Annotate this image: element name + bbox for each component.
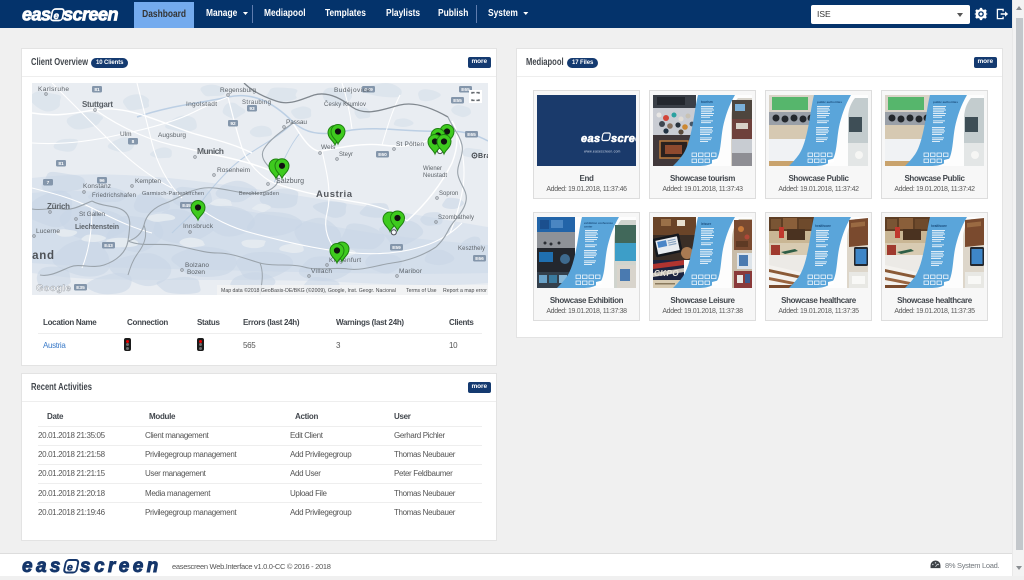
svg-text:E55: E55 bbox=[453, 98, 462, 104]
svg-text:E65: E65 bbox=[461, 87, 470, 93]
svg-text:8: 8 bbox=[132, 139, 135, 145]
svg-text:Liechtenstein: Liechtenstein bbox=[75, 224, 119, 231]
svg-text:Berchtesgaden: Berchtesgaden bbox=[239, 191, 279, 197]
svg-text:E35: E35 bbox=[76, 285, 85, 291]
svg-text:www.easescreen.com: www.easescreen.com bbox=[584, 150, 621, 154]
svg-text:Salzburg: Salzburg bbox=[276, 178, 304, 185]
svg-text:Karlsruhe: Karlsruhe bbox=[38, 86, 69, 93]
svg-text:St Pölten: St Pölten bbox=[396, 141, 424, 148]
svg-text:E45: E45 bbox=[182, 203, 191, 209]
svg-text:Stuttgart: Stuttgart bbox=[82, 100, 113, 109]
svg-text:Report a map error: Report a map error bbox=[443, 288, 487, 294]
svg-text:Friedrichshafen: Friedrichshafen bbox=[92, 193, 136, 199]
svg-text:Česky Krumlov: Česky Krumlov bbox=[324, 101, 366, 108]
svg-text:eas: eas bbox=[22, 559, 64, 575]
svg-text:Munich: Munich bbox=[197, 146, 224, 156]
svg-text:Wels: Wels bbox=[321, 144, 336, 151]
svg-text:Neustadt: Neustadt bbox=[423, 173, 447, 179]
svg-text:Regensburg: Regensburg bbox=[220, 87, 256, 94]
svg-text:Sopron: Sopron bbox=[439, 191, 458, 197]
svg-text:92: 92 bbox=[230, 121, 236, 127]
svg-text:Straubing: Straubing bbox=[242, 100, 271, 106]
svg-text:Bolzano: Bolzano bbox=[185, 262, 209, 269]
svg-text:eas: eas bbox=[581, 133, 601, 145]
svg-text:Austria: Austria bbox=[316, 189, 353, 200]
svg-text:Wiener: Wiener bbox=[423, 166, 442, 172]
svg-text:healthcare: healthcare bbox=[815, 224, 831, 228]
svg-text:erland: erland bbox=[32, 250, 54, 262]
svg-text:Bozen: Bozen bbox=[187, 269, 205, 276]
svg-text:Google: Google bbox=[36, 283, 71, 294]
svg-text:center: center bbox=[584, 224, 593, 228]
svg-text:Kempten: Kempten bbox=[135, 178, 161, 185]
svg-text:Steyr: Steyr bbox=[339, 152, 353, 158]
svg-text:Map data ©2018 GeoBasis-DE/BKG: Map data ©2018 GeoBasis-DE/BKG (©2009), … bbox=[221, 287, 396, 294]
svg-text:Passau: Passau bbox=[286, 119, 307, 126]
svg-text:81: 81 bbox=[94, 87, 100, 93]
svg-text:St Gallen: St Gallen bbox=[79, 211, 105, 218]
svg-text:Innsbruck: Innsbruck bbox=[183, 223, 214, 230]
svg-text:93: 93 bbox=[249, 106, 255, 112]
svg-text:healthcare: healthcare bbox=[931, 224, 947, 228]
svg-text:screen: screen bbox=[611, 133, 636, 145]
svg-text:Zürich: Zürich bbox=[47, 202, 70, 211]
svg-text:Ingolstadt: Ingolstadt bbox=[186, 101, 217, 108]
svg-text:E43: E43 bbox=[104, 243, 113, 249]
svg-text:Ulm: Ulm bbox=[120, 131, 132, 138]
svg-text:81: 81 bbox=[58, 161, 64, 167]
svg-text:Maribor: Maribor bbox=[399, 268, 423, 275]
svg-text:Budějovice: Budějovice bbox=[334, 87, 370, 94]
svg-text:Augsburg: Augsburg bbox=[158, 132, 186, 139]
svg-text:Konstanz: Konstanz bbox=[83, 183, 111, 190]
svg-text:Rosenheim: Rosenheim bbox=[217, 167, 250, 174]
svg-text:Szombathely: Szombathely bbox=[438, 215, 474, 221]
svg-text:public authorities: public authorities bbox=[817, 100, 842, 104]
svg-text:Terms of Use: Terms of Use bbox=[406, 288, 437, 294]
svg-text:eas: eas bbox=[22, 6, 51, 25]
svg-text:e: e bbox=[67, 562, 73, 574]
svg-text:E65: E65 bbox=[467, 132, 476, 138]
svg-text:CKPO: CKPO bbox=[654, 269, 679, 278]
svg-text:Villach: Villach bbox=[311, 268, 332, 275]
svg-text:screen: screen bbox=[80, 559, 162, 575]
svg-text:7: 7 bbox=[47, 180, 50, 186]
svg-text:E66: E66 bbox=[475, 256, 484, 262]
svg-text:leisure: leisure bbox=[701, 222, 712, 226]
svg-text:Brat: Brat bbox=[478, 153, 488, 160]
svg-text:screen: screen bbox=[63, 6, 119, 25]
svg-text:Garmisch-Partenkirchen: Garmisch-Partenkirchen bbox=[142, 191, 204, 197]
svg-text:E60: E60 bbox=[378, 152, 387, 158]
svg-text:Keszthely: Keszthely bbox=[458, 246, 485, 252]
svg-text:tourism: tourism bbox=[701, 100, 713, 104]
svg-text:e: e bbox=[54, 11, 60, 22]
svg-text:E59: E59 bbox=[392, 245, 401, 251]
svg-text:Lucerne: Lucerne bbox=[36, 228, 60, 235]
svg-text:public authorities: public authorities bbox=[933, 100, 958, 104]
